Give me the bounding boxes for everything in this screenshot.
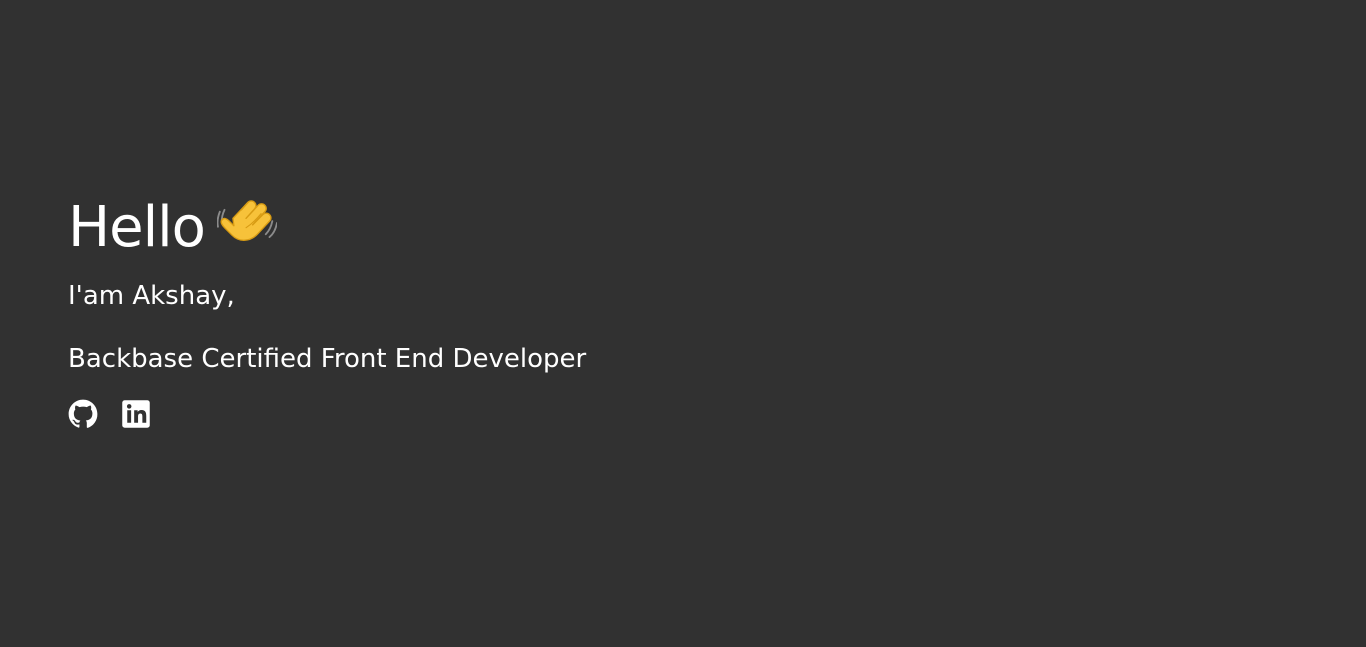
role-text: Backbase Certified Front End Developer [68,344,587,374]
social-links [68,399,586,429]
intro-section: Hello I'am Akshay, Backbase Certified Fr… [68,190,586,429]
page: Hello I'am Akshay, Backbase Certified Fr… [0,0,1366,647]
intro-text: I'am Akshay, [68,281,235,311]
linkedin-icon [121,399,151,429]
greeting-heading: Hello [68,190,586,266]
linkedin-link[interactable] [121,399,151,429]
github-icon [68,399,98,429]
github-link[interactable] [68,399,98,429]
greeting-text: Hello [68,195,206,260]
waving-hand-icon [216,193,278,253]
